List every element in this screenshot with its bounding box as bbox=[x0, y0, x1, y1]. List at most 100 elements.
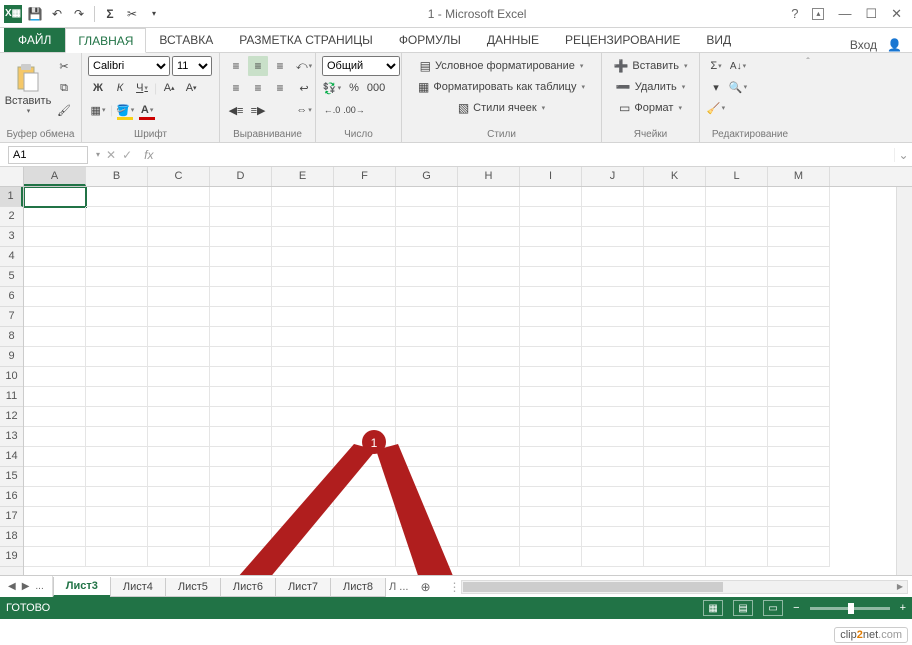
cell[interactable] bbox=[582, 227, 644, 247]
cell[interactable] bbox=[706, 187, 768, 207]
horizontal-scrollbar[interactable]: ◀ ▶ bbox=[461, 580, 908, 594]
cell[interactable] bbox=[24, 247, 86, 267]
row-header[interactable]: 7 bbox=[0, 307, 23, 327]
cell[interactable] bbox=[458, 547, 520, 567]
row-header[interactable]: 4 bbox=[0, 247, 23, 267]
cell[interactable] bbox=[148, 407, 210, 427]
column-header[interactable]: M bbox=[768, 167, 830, 186]
cell[interactable] bbox=[86, 367, 148, 387]
align-center-icon[interactable]: ≡ bbox=[248, 78, 268, 98]
cell[interactable] bbox=[148, 227, 210, 247]
cell[interactable] bbox=[768, 347, 830, 367]
cell[interactable] bbox=[520, 407, 582, 427]
sheet-overflow-right[interactable]: Л ... bbox=[385, 581, 412, 593]
cell[interactable] bbox=[458, 247, 520, 267]
ribbon-tab-6[interactable]: ВИД bbox=[693, 27, 744, 52]
cell[interactable] bbox=[334, 287, 396, 307]
sheet-tab[interactable]: Лист8 bbox=[330, 578, 386, 597]
cell[interactable] bbox=[768, 247, 830, 267]
cell[interactable] bbox=[334, 407, 396, 427]
cell[interactable] bbox=[210, 267, 272, 287]
cell[interactable] bbox=[768, 487, 830, 507]
cell[interactable] bbox=[768, 527, 830, 547]
sheet-tab[interactable]: Лист4 bbox=[110, 578, 166, 597]
cell[interactable] bbox=[396, 247, 458, 267]
cell[interactable] bbox=[24, 427, 86, 447]
cell[interactable] bbox=[148, 487, 210, 507]
cell[interactable] bbox=[582, 247, 644, 267]
row-header[interactable]: 5 bbox=[0, 267, 23, 287]
sheet-nav-first-icon[interactable]: ◀ bbox=[6, 581, 18, 592]
cell[interactable] bbox=[148, 527, 210, 547]
cell[interactable] bbox=[458, 407, 520, 427]
italic-button[interactable]: К bbox=[110, 78, 130, 98]
cell[interactable] bbox=[458, 367, 520, 387]
cell[interactable] bbox=[272, 487, 334, 507]
cell[interactable] bbox=[210, 327, 272, 347]
column-header[interactable]: D bbox=[210, 167, 272, 186]
cell[interactable] bbox=[272, 327, 334, 347]
cell[interactable] bbox=[24, 267, 86, 287]
help-icon[interactable]: ? bbox=[791, 6, 798, 21]
cell[interactable] bbox=[24, 307, 86, 327]
paste-button[interactable]: Вставить ▾ bbox=[6, 56, 50, 122]
cell[interactable] bbox=[396, 367, 458, 387]
cell[interactable] bbox=[396, 327, 458, 347]
row-header[interactable]: 13 bbox=[0, 427, 23, 447]
cancel-formula-icon[interactable]: ✕ bbox=[106, 148, 116, 162]
cell[interactable] bbox=[210, 487, 272, 507]
cell[interactable] bbox=[706, 507, 768, 527]
row-header[interactable]: 17 bbox=[0, 507, 23, 527]
font-name-select[interactable]: Calibri bbox=[88, 56, 170, 76]
cell[interactable] bbox=[24, 467, 86, 487]
ribbon-tab-0[interactable]: ГЛАВНАЯ bbox=[65, 28, 146, 53]
collapse-ribbon-icon[interactable]: ˆ bbox=[806, 57, 809, 68]
column-header[interactable]: K bbox=[644, 167, 706, 186]
cell[interactable] bbox=[210, 287, 272, 307]
cell[interactable] bbox=[520, 367, 582, 387]
page-break-view-icon[interactable]: ▭ bbox=[763, 600, 783, 616]
autosum-icon[interactable]: Σ bbox=[101, 5, 119, 23]
column-header[interactable]: L bbox=[706, 167, 768, 186]
cell[interactable] bbox=[644, 387, 706, 407]
ribbon-tab-4[interactable]: ДАННЫЕ bbox=[474, 27, 552, 52]
cell[interactable] bbox=[210, 467, 272, 487]
copy-icon[interactable]: ⧉ bbox=[54, 78, 74, 98]
cell[interactable] bbox=[644, 227, 706, 247]
cell[interactable] bbox=[644, 347, 706, 367]
cell[interactable] bbox=[768, 207, 830, 227]
cell[interactable] bbox=[210, 367, 272, 387]
ribbon-tab-1[interactable]: ВСТАВКА bbox=[146, 27, 226, 52]
cell[interactable] bbox=[706, 307, 768, 327]
cell[interactable] bbox=[582, 447, 644, 467]
cell[interactable] bbox=[582, 487, 644, 507]
cell[interactable] bbox=[148, 547, 210, 567]
cell[interactable] bbox=[458, 487, 520, 507]
cell[interactable] bbox=[210, 227, 272, 247]
qat-customize-icon[interactable]: ▾ bbox=[145, 5, 163, 23]
cell[interactable] bbox=[210, 347, 272, 367]
column-header[interactable]: J bbox=[582, 167, 644, 186]
row-header[interactable]: 14 bbox=[0, 447, 23, 467]
user-icon[interactable]: 👤 bbox=[887, 38, 902, 52]
cell[interactable] bbox=[334, 307, 396, 327]
cell[interactable] bbox=[148, 207, 210, 227]
cell[interactable] bbox=[768, 407, 830, 427]
cell[interactable] bbox=[148, 287, 210, 307]
row-header[interactable]: 6 bbox=[0, 287, 23, 307]
row-header[interactable]: 3 bbox=[0, 227, 23, 247]
cell[interactable] bbox=[272, 227, 334, 247]
cell[interactable] bbox=[272, 187, 334, 207]
cell[interactable] bbox=[644, 307, 706, 327]
cell[interactable] bbox=[86, 187, 148, 207]
cell[interactable] bbox=[148, 387, 210, 407]
cell[interactable] bbox=[706, 267, 768, 287]
cell[interactable] bbox=[24, 527, 86, 547]
cell[interactable] bbox=[272, 207, 334, 227]
sheet-nav-ellipsis[interactable]: ... bbox=[33, 581, 45, 592]
cell[interactable] bbox=[272, 267, 334, 287]
cell[interactable] bbox=[272, 287, 334, 307]
column-header[interactable]: C bbox=[148, 167, 210, 186]
column-header[interactable]: H bbox=[458, 167, 520, 186]
maximize-icon[interactable]: ☐ bbox=[865, 6, 877, 22]
